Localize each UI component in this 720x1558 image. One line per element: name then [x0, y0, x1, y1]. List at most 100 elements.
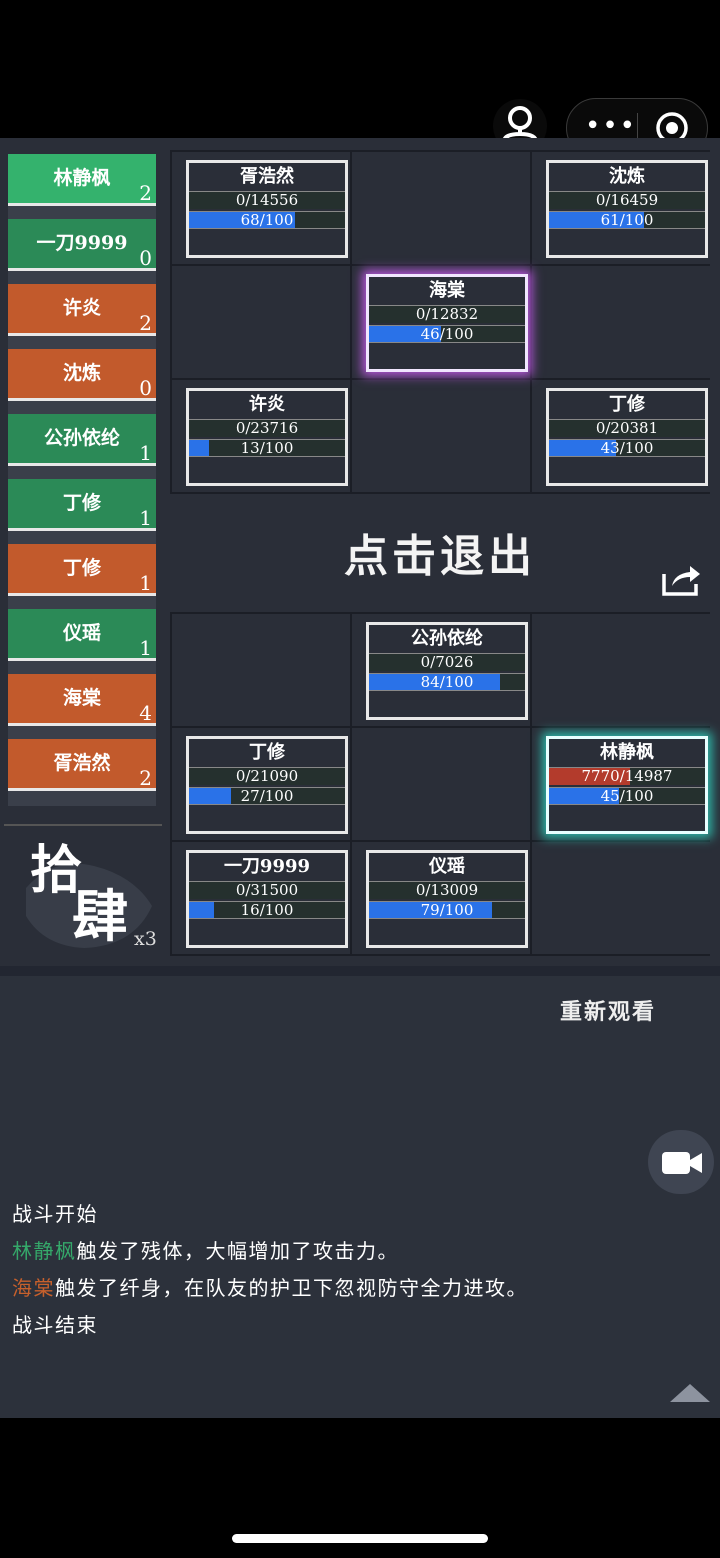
grid-cell — [352, 380, 530, 492]
log-line: 战斗结束 — [12, 1313, 98, 1337]
sidebar-item-count: 4 — [139, 701, 152, 725]
energy-bar: 43/100 — [549, 439, 705, 457]
logo-char-2: 肆 — [72, 884, 128, 950]
sidebar-item: 丁修 1 — [8, 479, 156, 531]
fighter-card[interactable]: 许炎 0/23716 13/100 — [186, 388, 348, 486]
sidebar-item-count: 1 — [139, 636, 152, 660]
grid-cell — [352, 728, 530, 840]
energy-bar-text: 45/100 — [600, 787, 654, 805]
energy-bar: 68/100 — [189, 211, 345, 229]
energy-bar: 27/100 — [189, 787, 345, 805]
fighter-card[interactable]: 丁修 0/20381 43/100 — [546, 388, 708, 486]
energy-bar-text: 46/100 — [420, 325, 474, 343]
energy-bar: 61/100 — [549, 211, 705, 229]
fighter-card[interactable]: 公孙依纶 0/7026 84/100 — [366, 622, 528, 720]
sidebar-item-count: 0 — [139, 376, 152, 400]
energy-bar-text: 84/100 — [420, 673, 474, 691]
replay-button[interactable]: 重新观看 — [560, 994, 690, 1026]
grid-cell — [532, 614, 710, 726]
log-text: 触发了残体，大幅增加了攻击力。 — [76, 1239, 399, 1263]
grid-cell — [532, 842, 710, 954]
sidebar-item-count: 2 — [139, 766, 152, 790]
fighter-name: 许炎 — [249, 394, 285, 415]
energy-bar: 84/100 — [369, 673, 525, 691]
sidebar-item: 丁修 1 — [8, 544, 156, 596]
log-name: 海棠 — [12, 1276, 55, 1300]
hp-bar-text: 0/12832 — [415, 305, 479, 323]
energy-bar: 46/100 — [369, 325, 525, 343]
log-text: 触发了纤身，在队友的护卫下忽视防守全力进攻。 — [55, 1276, 528, 1300]
sidebar-item: 海棠 4 — [8, 674, 156, 726]
fighter-card[interactable]: 仪瑶 0/13009 79/100 — [366, 850, 528, 948]
sidebar-item-count: 1 — [139, 571, 152, 595]
log-line: 战斗开始 — [12, 1202, 98, 1226]
sidebar-item-name: 林静枫 — [53, 167, 111, 189]
hp-bar-text: 0/21090 — [235, 767, 299, 785]
energy-bar-text: 68/100 — [240, 211, 294, 229]
sidebar-item: 沈炼 0 — [8, 349, 156, 401]
hp-bar-text: 0/31500 — [235, 881, 299, 899]
energy-bar: 79/100 — [369, 901, 525, 919]
grid-cell — [532, 266, 710, 378]
sidebar-item-name: 一刀9999 — [36, 232, 128, 254]
fighter-name: 沈炼 — [609, 166, 645, 187]
fighter-name: 仪瑶 — [429, 856, 465, 877]
fighter-card[interactable]: 一刀9999 0/31500 16/100 — [186, 850, 348, 948]
sidebar-item-name: 丁修 — [62, 492, 101, 514]
hp-bar-text: 0/16459 — [595, 191, 659, 209]
sidebar-item-name: 公孙依纶 — [43, 427, 120, 449]
hp-bar-text: 0/20381 — [595, 419, 659, 437]
energy-bar-text: 16/100 — [240, 901, 294, 919]
fighter-name: 海棠 — [429, 280, 465, 301]
hp-bar-text: 0/7026 — [420, 653, 474, 671]
camera-icon[interactable] — [648, 1130, 714, 1194]
sidebar-item-count: 2 — [139, 311, 152, 335]
energy-bar: 45/100 — [549, 787, 705, 805]
sidebar-item-name: 沈炼 — [62, 362, 101, 384]
sidebar-item: 许炎 2 — [8, 284, 156, 336]
fighter-card[interactable]: 胥浩然 0/14556 68/100 — [186, 160, 348, 258]
energy-bar-text: 61/100 — [600, 211, 654, 229]
log-line: 海棠触发了纤身，在队友的护卫下忽视防守全力进攻。 — [12, 1270, 712, 1307]
energy-bar-text: 27/100 — [240, 787, 294, 805]
sidebar-divider — [4, 824, 162, 826]
fighter-card[interactable]: 沈炼 0/16459 61/100 — [546, 160, 708, 258]
grid-cell — [352, 152, 530, 264]
fighter-name: 丁修 — [609, 394, 645, 415]
sidebar-item-name: 丁修 — [62, 557, 101, 579]
fighter-card[interactable]: 林静枫 7770/14987 45/100 — [546, 736, 708, 834]
share-icon[interactable] — [660, 562, 702, 598]
energy-bar-text: 43/100 — [600, 439, 654, 457]
panel-divider — [0, 966, 720, 976]
energy-bar: 13/100 — [189, 439, 345, 457]
sidebar-item-count: 2 — [139, 181, 152, 205]
fighter-card[interactable]: 丁修 0/21090 27/100 — [186, 736, 348, 834]
hp-bar: 0/12832 — [369, 305, 525, 323]
sidebar-item-name: 海棠 — [62, 687, 101, 709]
energy-bar-text: 13/100 — [240, 439, 294, 457]
hp-bar: 0/31500 — [189, 881, 345, 899]
exit-button[interactable]: 点击退出 — [300, 520, 580, 590]
sidebar-item-count: 1 — [139, 506, 152, 530]
hp-bar-text: 0/23716 — [235, 419, 299, 437]
home-indicator — [232, 1534, 488, 1543]
energy-bar-text: 79/100 — [420, 901, 474, 919]
energy-bar: 16/100 — [189, 901, 345, 919]
hp-bar: 0/23716 — [189, 419, 345, 437]
sidebar-item: 一刀9999 0 — [8, 219, 156, 271]
sidebar-item-count: 0 — [139, 246, 152, 270]
sidebar-item-name: 许炎 — [62, 297, 101, 319]
sidebar-item: 仪瑶 1 — [8, 609, 156, 661]
sidebar-item-count: 1 — [139, 441, 152, 465]
sidebar-item-name: 胥浩然 — [53, 752, 111, 774]
hp-bar: 0/14556 — [189, 191, 345, 209]
fighter-name: 丁修 — [249, 742, 285, 763]
hp-bar: 0/7026 — [369, 653, 525, 671]
hp-bar-text: 0/13009 — [415, 881, 479, 899]
fighter-card[interactable]: 海棠 0/12832 46/100 — [366, 274, 528, 372]
expand-up-icon[interactable] — [668, 1380, 712, 1404]
log-name: 林静枫 — [12, 1239, 77, 1263]
hp-bar-text: 7770/14987 — [581, 767, 673, 785]
fighter-name: 公孙依纶 — [411, 628, 483, 649]
fighter-name: 林静枫 — [600, 742, 654, 763]
